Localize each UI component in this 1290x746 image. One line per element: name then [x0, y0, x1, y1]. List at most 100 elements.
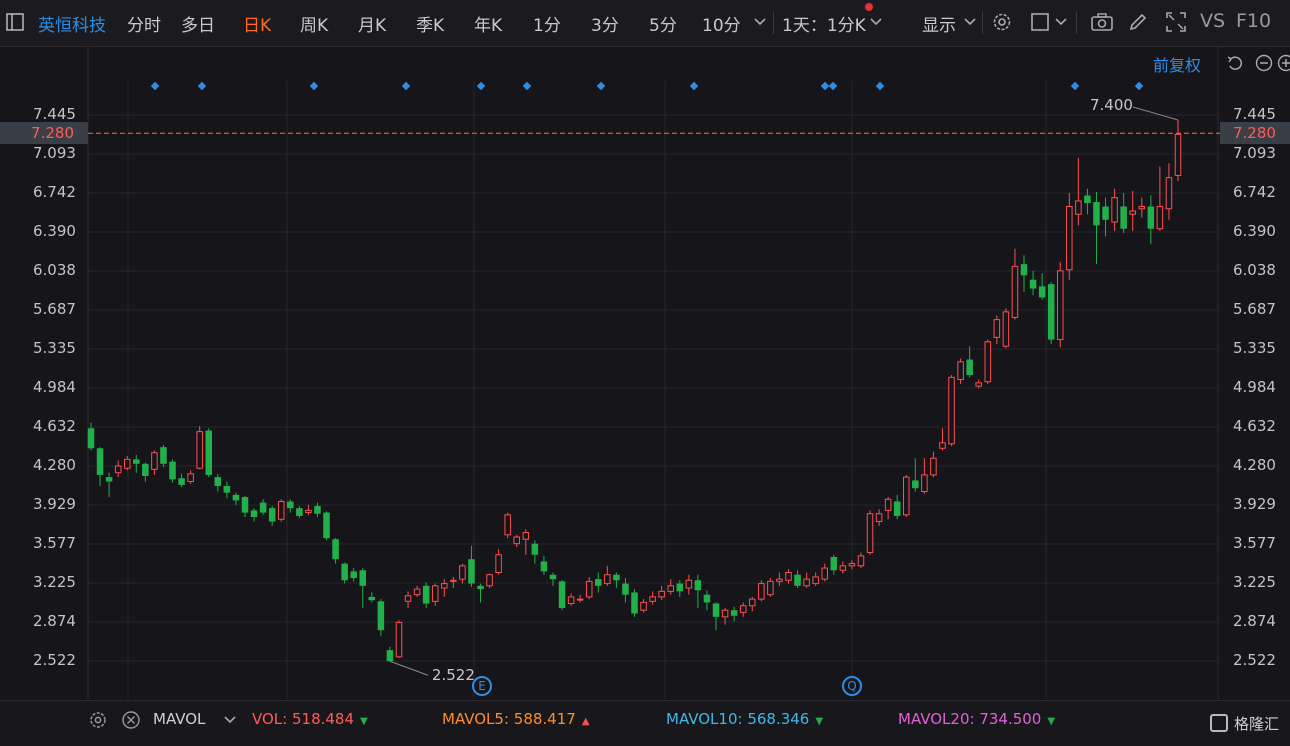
candle-body-up	[867, 514, 873, 553]
close-indicator-icon[interactable]	[121, 710, 141, 730]
candle-body-down	[160, 447, 167, 464]
current-price-tag-left: 7.280	[0, 122, 88, 144]
y-tick-label-right: 5.335	[1233, 339, 1276, 357]
chart-style-icon[interactable]	[1030, 11, 1052, 33]
candle-body-down	[1093, 202, 1100, 225]
candle-body-down	[1039, 286, 1046, 297]
mavol5-value: MAVOL5: 588.417▲	[442, 710, 590, 728]
y-tick-label-left: 4.632	[33, 417, 76, 435]
pencil-icon[interactable]	[1127, 11, 1149, 33]
y-tick-label-right: 3.225	[1233, 573, 1276, 591]
candle-body-down	[287, 502, 294, 509]
toolbar-divider	[773, 12, 774, 34]
period-tab-quarterly[interactable]: 季K	[416, 11, 444, 36]
candle-body-down	[622, 584, 629, 595]
candle-body-up	[885, 499, 891, 510]
candle-body-down	[677, 584, 684, 592]
candle-body-up	[197, 432, 203, 469]
period-tab-weekly[interactable]: 周K	[300, 11, 328, 36]
candle-body-down	[369, 597, 376, 600]
candle-body-down	[1030, 280, 1037, 289]
chevron-down-icon[interactable]	[752, 14, 768, 30]
candle-body-up	[451, 580, 457, 581]
notification-dot	[865, 3, 873, 11]
period-tab-multiday[interactable]: 多日	[181, 11, 215, 36]
kline-chart[interactable]: 7.4457.4457.0937.0936.7426.7426.3906.390…	[0, 47, 1290, 699]
max-price-pointer	[1133, 107, 1178, 120]
min-price-label: 2.522	[432, 666, 475, 684]
period-tab-monthly[interactable]: 月K	[358, 11, 386, 36]
candle-body-up	[1057, 271, 1063, 340]
y-tick-label-left: 7.093	[33, 144, 76, 162]
candle-body-up	[460, 566, 466, 579]
y-tick-label-right: 2.522	[1233, 651, 1276, 669]
indicator-name[interactable]: MAVOL	[153, 710, 205, 728]
sidebar-toggle-icon[interactable]	[6, 13, 24, 31]
y-tick-label-right: 6.038	[1233, 261, 1276, 279]
period-tab-daily[interactable]: 日K	[243, 11, 271, 36]
candle-body-down	[359, 570, 366, 586]
period-tab-5min[interactable]: 5分	[649, 11, 677, 36]
candle-body-up	[115, 466, 121, 473]
candle-body-down	[142, 464, 149, 476]
mavol5-value-text: MAVOL5: 588.417	[442, 710, 576, 728]
period-tab-10min[interactable]: 10分	[702, 11, 741, 36]
zoom-out-icon[interactable]	[1255, 54, 1273, 72]
adjust-mode-button[interactable]: 前复权	[1153, 52, 1201, 76]
indicator-bar: MAVOL VOL: 518.484▼ MAVOL5: 588.417▲ MAV…	[0, 700, 1290, 746]
candle-body-down	[178, 478, 185, 485]
settings-gear-icon[interactable]	[991, 11, 1013, 33]
candle-body-down	[323, 513, 330, 539]
candle-body-up	[686, 580, 692, 588]
indicator-settings-icon[interactable]	[88, 710, 108, 730]
period-tab-yearly[interactable]: 年K	[474, 11, 502, 36]
y-tick-label-left: 3.577	[33, 534, 76, 552]
camera-icon[interactable]	[1090, 11, 1112, 33]
event-marker-icon	[690, 82, 698, 90]
brand-logo-icon	[1210, 714, 1228, 732]
quarterly-event-marker[interactable]: Q	[842, 676, 862, 696]
candle-body-up	[442, 584, 448, 588]
compare-button[interactable]: VS	[1200, 10, 1225, 32]
candle-body-down	[912, 480, 919, 488]
stock-name[interactable]: 英恒科技	[38, 11, 106, 36]
candle-body-up	[931, 458, 937, 475]
candle-body-up	[514, 537, 520, 544]
y-tick-label-right: 3.929	[1233, 495, 1276, 513]
y-tick-label-left: 2.522	[33, 651, 76, 669]
candle-body-up	[487, 575, 493, 586]
display-menu[interactable]: 显示	[922, 11, 956, 36]
candle-body-up	[922, 475, 928, 492]
y-tick-label-right: 4.280	[1233, 456, 1276, 474]
candle-body-down	[1084, 195, 1091, 203]
chevron-down-icon[interactable]	[868, 14, 884, 30]
chevron-down-icon[interactable]	[222, 712, 238, 728]
earnings-event-marker[interactable]: E	[472, 676, 492, 696]
period-tab-3min[interactable]: 3分	[591, 11, 619, 36]
fullscreen-icon[interactable]	[1165, 11, 1187, 33]
undo-icon[interactable]	[1226, 54, 1244, 72]
event-marker-icon	[821, 82, 829, 90]
toolbar-divider	[1076, 12, 1077, 34]
mavol10-value: MAVOL10: 568.346▼	[666, 710, 823, 728]
candle-body-up	[958, 362, 964, 380]
candle-body-down	[966, 360, 973, 376]
candle-body-down	[477, 586, 484, 589]
candle-body-down	[1021, 264, 1028, 275]
zoom-in-icon[interactable]	[1277, 54, 1290, 72]
f10-button[interactable]: F10	[1236, 10, 1271, 32]
chevron-down-icon[interactable]	[962, 14, 978, 30]
period-tab-intraday[interactable]: 分时	[127, 11, 161, 36]
candle-body-up	[659, 591, 665, 597]
vol-value-text: VOL: 518.484	[252, 710, 354, 728]
candle-body-up	[641, 602, 647, 610]
chevron-down-icon[interactable]	[1053, 14, 1069, 30]
candle-body-down	[894, 502, 901, 516]
period-tab-1min[interactable]: 1分	[533, 11, 561, 36]
candle-body-up	[994, 320, 1000, 338]
candle-body-up	[1012, 266, 1018, 317]
candle-body-up	[985, 342, 991, 382]
multi-period-select[interactable]: 1天：1分K	[782, 11, 866, 36]
candle-body-up	[940, 443, 946, 449]
candle-body-up	[505, 515, 511, 535]
